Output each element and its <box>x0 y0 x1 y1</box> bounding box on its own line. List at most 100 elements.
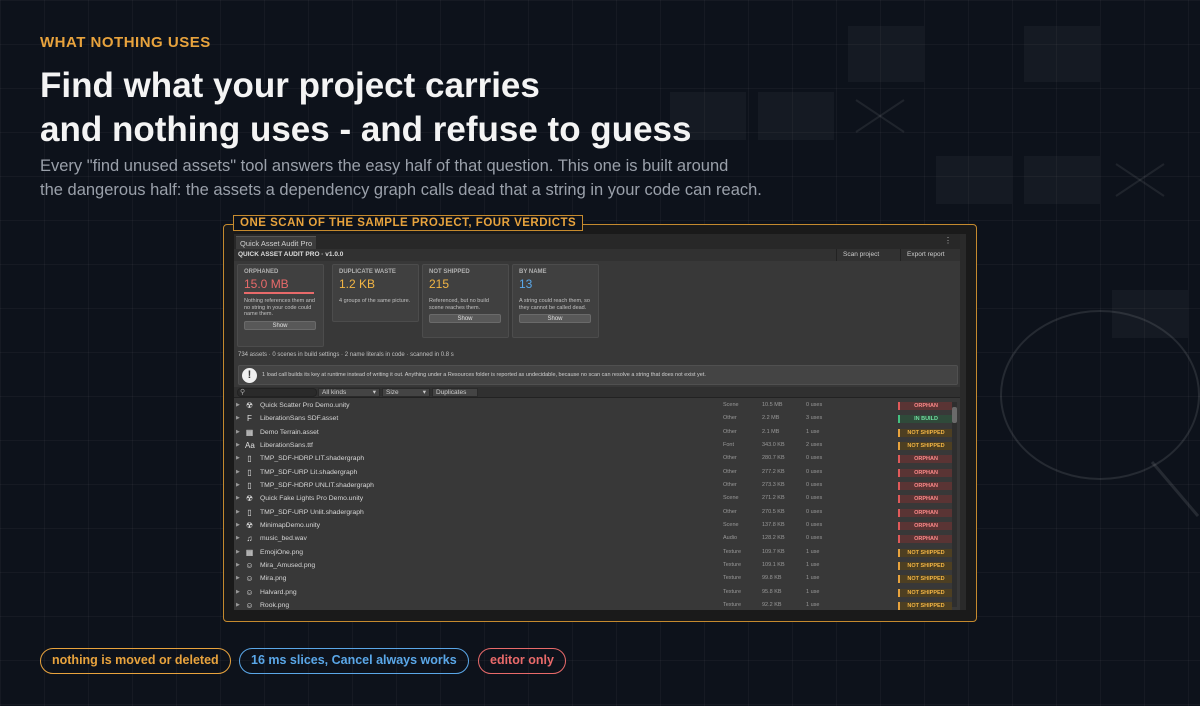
asset-uses: 0 uses <box>806 468 823 475</box>
asset-list: ▶ ☢ Quick Scatter Pro Demo.unity Scene 10.5 … <box>234 399 952 610</box>
subtitle: Every "find unused assets" tool answers … <box>40 154 820 202</box>
audio-icon: ♫ <box>246 534 253 544</box>
asset-name: Halvard.png <box>260 588 297 596</box>
asset-row[interactable]: ▶ ☺ Rook.png Texture 92.2 KB 1 use NOT SHIPPED <box>234 599 952 610</box>
file-icon: ▯ <box>247 467 252 477</box>
asset-kind: Texture <box>723 562 742 569</box>
scan-project-button[interactable]: Scan project <box>836 249 885 261</box>
expand-caret-icon[interactable]: ▶ <box>236 532 240 545</box>
kind-filter-value: All kinds <box>322 389 347 396</box>
more-menu-icon[interactable]: ⋮ <box>944 236 952 245</box>
card-underline <box>244 292 314 294</box>
verdict-badge: IN BUILD <box>898 415 952 424</box>
expand-caret-icon[interactable]: ▶ <box>236 399 240 412</box>
asset-row[interactable]: ▶ ▯ TMP_SDF-HDRP UNLIT.shadergraph Other 273… <box>234 479 952 492</box>
asset-row[interactable]: ▶ ▯ TMP_SDF-URP Unlit.shadergraph Other 270.… <box>234 506 952 519</box>
show-by-name-button[interactable]: Show <box>519 314 591 323</box>
asset-row[interactable]: ▶ ♫ music_bed.wav Audio 128.2 KB 0 uses ORPHAN <box>234 532 952 545</box>
expand-caret-icon[interactable]: ▶ <box>236 586 240 599</box>
card-by-name: BY NAME 13 A string could reach them, so… <box>512 264 599 338</box>
show-orphaned-button[interactable]: Show <box>244 320 316 330</box>
asset-size: 280.7 KB <box>762 455 785 462</box>
expand-caret-icon[interactable]: ▶ <box>236 559 240 572</box>
asset-row[interactable]: ▶ ▯ TMP_SDF-URP Lit.shadergraph Other 277.2 … <box>234 466 952 479</box>
verdict-badge: NOT SHIPPED <box>898 428 952 437</box>
asset-name: TMP_SDF-URP Unlit.shadergraph <box>260 508 364 516</box>
card-value: 1.2 KB <box>339 277 376 291</box>
verdict-badge: ORPHAN <box>898 402 952 410</box>
asset-uses: 0 uses <box>806 535 823 542</box>
expand-caret-icon[interactable]: ▶ <box>236 439 240 452</box>
file-icon: ▯ <box>247 507 252 517</box>
decor-cross-icon <box>855 99 905 133</box>
expand-caret-icon[interactable]: ▶ <box>236 479 240 492</box>
card-value: 13 <box>519 277 533 291</box>
asset-size: 277.2 KB <box>762 468 785 475</box>
asset-row[interactable]: ▶ Aa LiberationSans.ttf Font 343.0 KB 2 uses N… <box>234 439 952 452</box>
asset-name: TMP_SDF-HDRP LIT.shadergraph <box>260 455 365 463</box>
scene-icon: ☢ <box>245 521 254 531</box>
show-not-shipped-button[interactable]: Show <box>429 314 501 323</box>
asset-name: TMP_SDF-HDRP UNLIT.shadergraph <box>260 482 374 490</box>
verdict-badge: NOT SHIPPED <box>898 548 952 557</box>
expand-caret-icon[interactable]: ▶ <box>236 572 240 585</box>
export-report-button[interactable]: Export report <box>900 249 951 261</box>
asset-size: 128.2 KB <box>762 535 785 542</box>
asset-kind: Other <box>723 468 737 475</box>
card-value: 15.0 MB <box>244 277 289 291</box>
card-desc: Referenced, but no build scene reaches t… <box>429 298 489 311</box>
asset-name: MinimapDemo.unity <box>260 522 321 530</box>
frame-title: ONE SCAN OF THE SAMPLE PROJECT, FOUR VER… <box>233 215 584 231</box>
asset-row[interactable]: ▶ ☺ Mira_Amused.png Texture 109.1 KB 1 use NOT… <box>234 559 952 572</box>
decor-cross-icon <box>1115 163 1165 197</box>
asset-row[interactable]: ▶ ☢ Quick Scatter Pro Demo.unity Scene 10.5 … <box>234 399 952 412</box>
scrollbar-thumb[interactable] <box>952 407 957 423</box>
headline: Find what your project carries and nothi… <box>40 64 691 152</box>
size-sort-dropdown[interactable]: Size ▾ <box>382 388 430 397</box>
expand-caret-icon[interactable]: ▶ <box>236 546 240 559</box>
asset-row[interactable]: ▶ ☺ Halvard.png Texture 95.8 KB 1 use NOT SHIP… <box>234 586 952 599</box>
asset-uses: 1 use <box>806 428 820 435</box>
asset-size: 109.1 KB <box>762 562 785 569</box>
asset-size: 271.2 KB <box>762 495 785 502</box>
search-input[interactable]: ⚲ <box>237 388 317 397</box>
expand-caret-icon[interactable]: ▶ <box>236 506 240 519</box>
asset-name: LiberationSans.ttf <box>260 442 313 450</box>
expand-caret-icon[interactable]: ▶ <box>236 599 240 610</box>
tab-quick-asset-audit[interactable]: Quick Asset Audit Pro <box>236 236 317 249</box>
list-scrollbar[interactable] <box>952 402 957 607</box>
asset-uses: 0 uses <box>806 402 823 408</box>
headline-line-1: Find what your project carries <box>40 66 540 105</box>
expand-caret-icon[interactable]: ▶ <box>236 412 240 425</box>
expand-caret-icon[interactable]: ▶ <box>236 466 240 479</box>
asset-name: EmojiOne.png <box>260 548 304 556</box>
asset-row[interactable]: ▶ ▦ Demo Terrain.asset Other 2.1 MB 1 use NOT … <box>234 426 952 439</box>
verdict-badge: NOT SHIPPED <box>898 588 952 597</box>
expand-caret-icon[interactable]: ▶ <box>236 519 240 532</box>
expand-caret-icon[interactable]: ▶ <box>236 452 240 465</box>
kind-filter-dropdown[interactable]: All kinds ▾ <box>318 388 380 397</box>
pill-editor-only: editor only <box>478 648 566 674</box>
window-edge <box>960 234 966 610</box>
subtitle-line-2: the dangerous half: the assets a depende… <box>40 181 762 199</box>
scene-icon: ☢ <box>245 401 254 410</box>
asset-row[interactable]: ▶ ☺ Mira.png Texture 99.8 KB 1 use NOT SHIPPED <box>234 572 952 585</box>
asset-size: 99.8 KB <box>762 575 782 582</box>
font-asset-icon: F <box>247 414 252 424</box>
card-label: BY NAME <box>519 269 547 275</box>
asset-row[interactable]: ▶ ▦ EmojiOne.png Texture 109.7 KB 1 use NOT SH… <box>234 546 952 559</box>
verdict-badge: NOT SHIPPED <box>898 442 952 451</box>
asset-size: 2.1 MB <box>762 428 780 435</box>
texture-icon: ▦ <box>245 547 254 557</box>
duplicates-toggle[interactable]: Duplicates <box>432 388 478 397</box>
asset-row[interactable]: ▶ ▯ TMP_SDF-HDRP LIT.shadergraph Other 280.7… <box>234 452 952 465</box>
warning-icon: ! <box>242 368 257 383</box>
expand-caret-icon[interactable]: ▶ <box>236 426 240 439</box>
asset-kind: Scene <box>723 522 739 529</box>
asset-row[interactable]: ▶ ☢ Quick Fake Lights Pro Demo.unity Scene 2… <box>234 492 952 505</box>
tab-bar: Quick Asset Audit Pro ⋮ <box>234 234 960 249</box>
asset-row[interactable]: ▶ ☢ MinimapDemo.unity Scene 137.8 KB 0 uses OR… <box>234 519 952 532</box>
asset-row[interactable]: ▶ F LiberationSans SDF.asset Other 2.2 MB 3 u… <box>234 412 952 425</box>
expand-caret-icon[interactable]: ▶ <box>236 492 240 505</box>
asset-size: 343.0 KB <box>762 442 785 449</box>
